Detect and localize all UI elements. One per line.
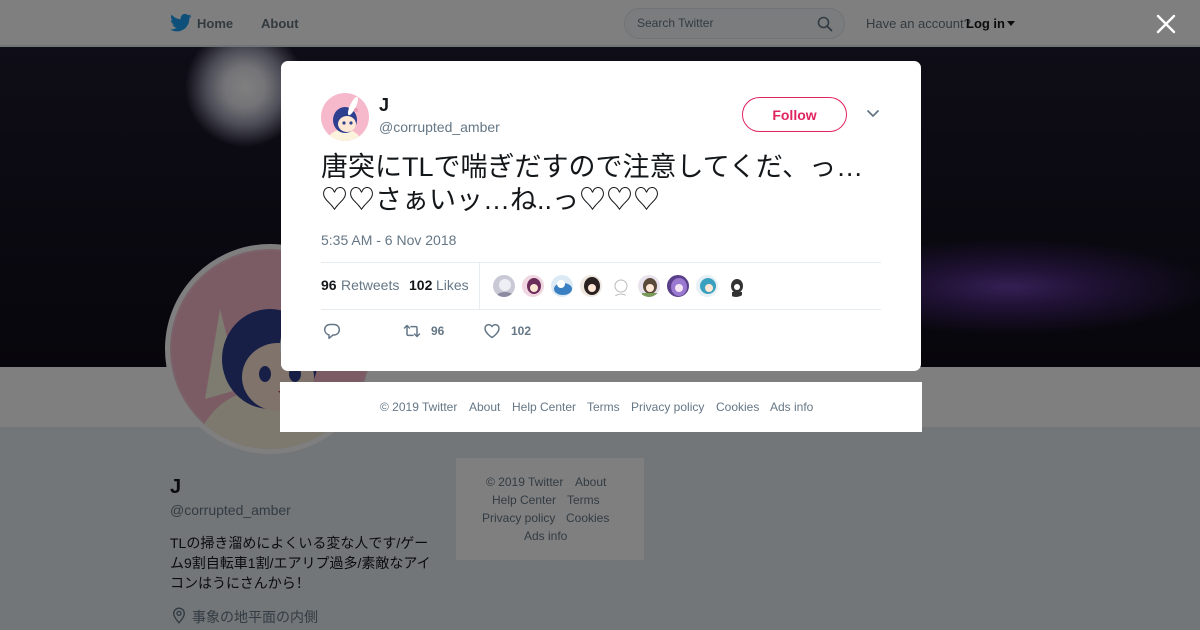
retweet-count[interactable]: 96 xyxy=(321,277,337,293)
stats-divider-vertical xyxy=(479,263,480,309)
tweet-text: 唐突にTLで喘ぎだすので注意してくだ、っ…♡♡さぁいッ…ね..っ♡♡♡ xyxy=(321,152,864,215)
tweet-author-name[interactable]: J xyxy=(379,95,389,116)
liker-avatar[interactable] xyxy=(521,274,545,298)
footer-about[interactable]: About xyxy=(469,400,500,414)
footer-cookies[interactable]: Cookies xyxy=(716,400,759,414)
like-action-count[interactable]: 102 xyxy=(511,324,531,338)
follow-button[interactable]: Follow xyxy=(742,97,847,132)
stats-divider-top xyxy=(321,262,881,263)
close-icon[interactable] xyxy=(1156,14,1176,34)
tweet-modal: J @corrupted_amber Follow 唐突にTLで喘ぎだすので注意… xyxy=(281,61,921,371)
retweet-label[interactable]: Retweets xyxy=(341,277,399,293)
footer-terms[interactable]: Terms xyxy=(587,400,620,414)
liker-avatar[interactable] xyxy=(492,274,516,298)
footer-privacy[interactable]: Privacy policy xyxy=(631,400,704,414)
liker-avatar[interactable] xyxy=(550,274,574,298)
retweet-action-count[interactable]: 96 xyxy=(431,324,444,338)
heart-icon[interactable] xyxy=(483,322,501,340)
reply-icon[interactable] xyxy=(323,322,341,340)
footer-help-center[interactable]: Help Center xyxy=(512,400,576,414)
stats-divider-bottom xyxy=(321,309,881,310)
modal-footer: © 2019 Twitter About Help Center Terms P… xyxy=(280,382,922,432)
liker-avatar[interactable] xyxy=(579,274,603,298)
tweet-timestamp[interactable]: 5:35 AM - 6 Nov 2018 xyxy=(321,232,456,248)
liker-avatar[interactable] xyxy=(695,274,719,298)
liker-avatar[interactable] xyxy=(637,274,661,298)
tweet-author-avatar[interactable] xyxy=(321,93,369,141)
like-count[interactable]: 102 xyxy=(409,277,432,293)
retweet-icon[interactable] xyxy=(403,322,421,340)
chevron-down-icon[interactable] xyxy=(866,109,880,119)
footer-ads-info[interactable]: Ads info xyxy=(770,400,813,414)
like-label[interactable]: Likes xyxy=(436,277,469,293)
footer-copyright: © 2019 Twitter xyxy=(380,400,458,414)
tweet-author-handle[interactable]: @corrupted_amber xyxy=(379,119,500,135)
liker-avatar[interactable] xyxy=(724,274,748,298)
liker-avatar[interactable] xyxy=(608,274,632,298)
liker-avatar[interactable] xyxy=(666,274,690,298)
